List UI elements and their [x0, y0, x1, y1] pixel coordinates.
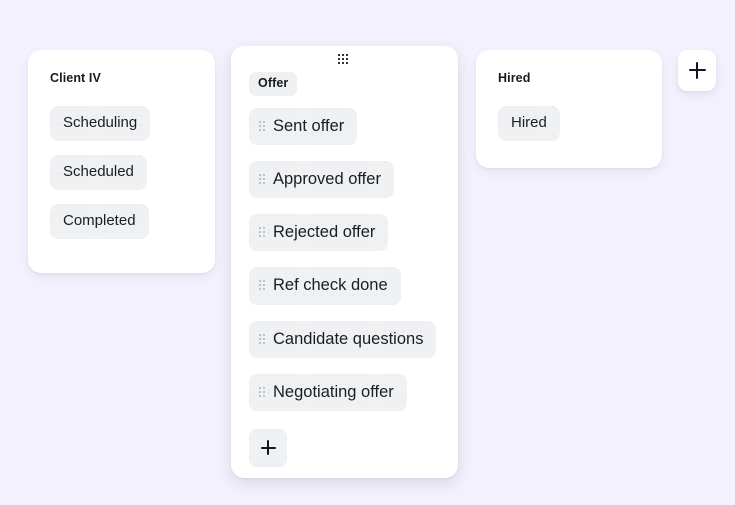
- chip-completed[interactable]: Completed: [50, 204, 149, 239]
- chip-list-client-iv: Scheduling Scheduled Completed: [50, 106, 199, 239]
- chip-approved-offer[interactable]: Approved offer: [249, 161, 394, 199]
- drag-dots-icon[interactable]: [259, 227, 265, 238]
- column-drag-handle-icon[interactable]: [337, 54, 352, 64]
- chip-label: Completed: [63, 212, 136, 229]
- dot: [337, 58, 340, 60]
- dot: [341, 58, 344, 60]
- chip-scheduled[interactable]: Scheduled: [50, 155, 147, 190]
- column-title-hired: Hired: [498, 71, 531, 85]
- chip-label: Hired: [511, 114, 547, 131]
- dot: [341, 62, 344, 64]
- dot: [345, 58, 348, 60]
- column-title-offer[interactable]: Offer: [249, 72, 298, 96]
- chip-label: Scheduling: [63, 114, 138, 131]
- kanban-board: Client IV Scheduling Scheduled Completed…: [0, 0, 735, 505]
- chip-label: Approved offer: [273, 170, 381, 189]
- dot: [345, 62, 348, 64]
- chip-rejected-offer[interactable]: Rejected offer: [249, 214, 389, 252]
- dot: [337, 54, 340, 56]
- column-hired[interactable]: Hired Hired: [476, 50, 662, 168]
- column-offer[interactable]: Offer Sent offer Approved offer Rejected…: [231, 46, 458, 478]
- chip-label: Scheduled: [63, 163, 134, 180]
- chip-list-offer: Sent offer Approved offer Rejected offer…: [249, 108, 442, 467]
- chip-sent-offer[interactable]: Sent offer: [249, 108, 358, 146]
- drag-dots-icon[interactable]: [259, 280, 265, 291]
- plus-icon: [688, 62, 706, 79]
- add-column-button[interactable]: [678, 50, 716, 91]
- chip-label: Negotiating offer: [273, 382, 394, 401]
- plus-icon: [260, 440, 276, 456]
- dot: [337, 62, 340, 64]
- column-title-client-iv: Client IV: [50, 71, 101, 85]
- add-chip-button[interactable]: [249, 428, 287, 467]
- drag-dots-icon[interactable]: [259, 174, 265, 185]
- drag-dots-icon[interactable]: [259, 121, 265, 132]
- chip-label: Ref check done: [273, 276, 388, 295]
- chip-hired[interactable]: Hired: [498, 106, 560, 141]
- chip-label: Sent offer: [273, 117, 345, 135]
- drag-dots-icon[interactable]: [259, 386, 265, 397]
- chip-label: Candidate questions: [273, 329, 424, 348]
- column-client-iv[interactable]: Client IV Scheduling Scheduled Completed: [28, 50, 215, 273]
- chip-ref-check-done[interactable]: Ref check done: [249, 267, 401, 305]
- chip-scheduling[interactable]: Scheduling: [50, 106, 151, 141]
- drag-dots-icon[interactable]: [259, 333, 265, 344]
- dot: [341, 54, 344, 56]
- dot: [345, 54, 348, 56]
- chip-candidate-questions[interactable]: Candidate questions: [249, 320, 437, 358]
- chip-list-hired: Hired: [498, 106, 646, 141]
- chip-negotiating-offer[interactable]: Negotiating offer: [249, 373, 407, 411]
- chip-label: Rejected offer: [273, 223, 376, 242]
